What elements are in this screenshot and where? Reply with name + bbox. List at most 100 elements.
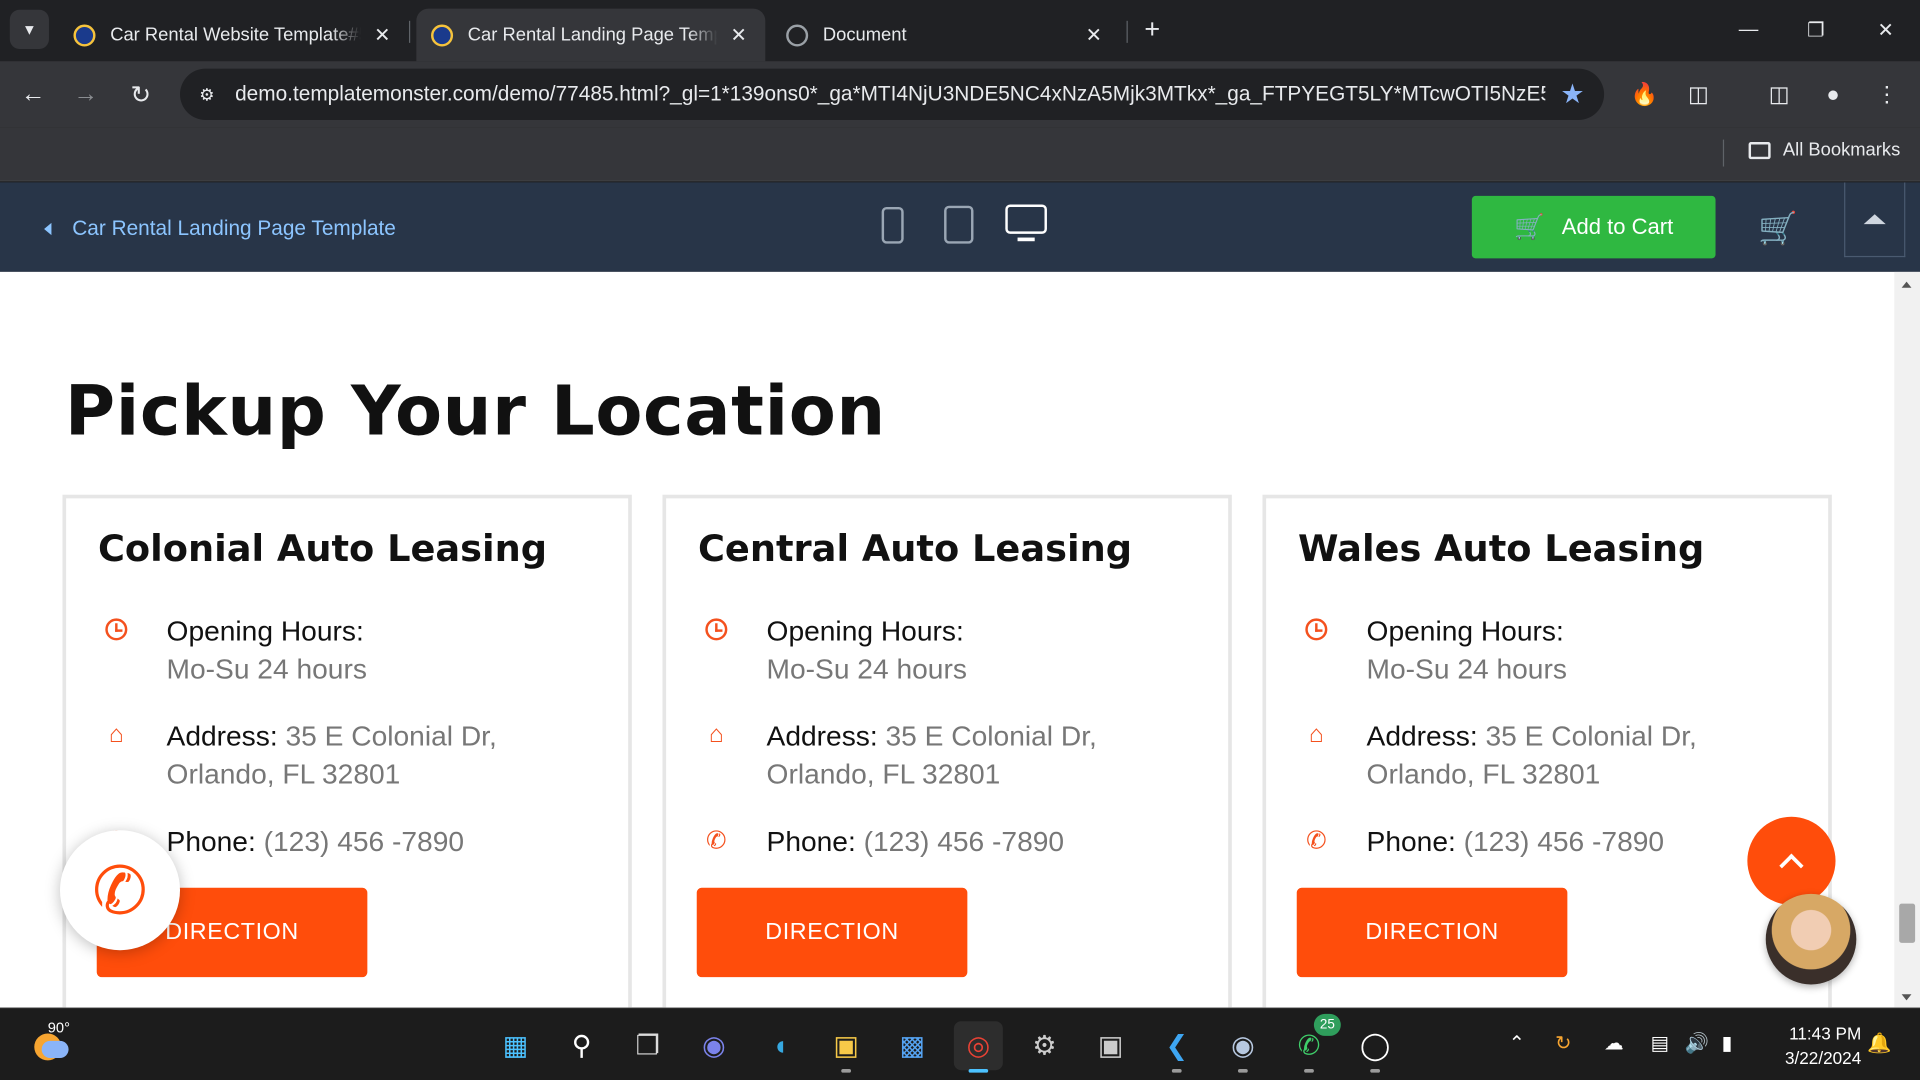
pes-game-app[interactable]: ⚙ [1020,1021,1069,1070]
tab-title: Car Rental Website Template#5 [110,24,361,46]
phone-icon: ✆ [92,854,148,928]
clock-date: 3/22/2024 [1784,1048,1862,1068]
address-label: Address: [166,720,278,752]
clock-icon [698,615,735,644]
fifa-game-app[interactable]: ▣ [1086,1021,1135,1070]
new-tab-button[interactable]: + [1136,13,1168,45]
direction-button[interactable]: DIRECTION [696,887,968,978]
all-bookmarks-button[interactable]: All Bookmarks [1748,140,1900,160]
cart-icon[interactable]: 🛒 [1758,209,1798,247]
side-panel-icon[interactable]: ◫ [1763,78,1795,110]
tab-title: Document [822,24,907,46]
sync-icon[interactable]: ↻ [1555,1031,1571,1055]
onedrive-cloud-icon[interactable]: ☁ [1604,1031,1624,1055]
phone-icon: ✆ [706,827,727,855]
add-to-cart-button[interactable]: 🛒 Add to Cart [1471,195,1716,259]
restore-button[interactable]: ❐ [1798,12,1835,49]
close-icon[interactable]: ✕ [370,23,394,47]
template-name: Car Rental Landing Page Template [72,216,396,241]
microsoft-store-app[interactable]: ▩ [888,1021,937,1070]
chrome-app[interactable]: ◎ [953,1021,1003,1073]
tab-document[interactable]: Document ✕ [771,9,1120,62]
url-text[interactable]: demo.templatemonster.com/demo/77485.html… [235,82,1545,106]
forward-button[interactable]: → [67,76,104,113]
call-now-button[interactable]: ✆ [60,830,181,951]
task-view-button[interactable]: ❐ [623,1021,672,1070]
steam-app[interactable]: ◉ [1218,1021,1267,1073]
vscode-icon: ❮ [1165,1029,1189,1061]
scrollbar-thumb[interactable] [1899,903,1916,943]
caret-left-icon [44,222,52,236]
location-card: Wales Auto Leasing Opening Hours: Mo-Su … [1262,494,1832,1008]
clock-icon [1298,615,1335,644]
battery-icon[interactable]: ▮ [1722,1031,1733,1055]
extensions-puzzle-icon[interactable]: ◫ [1682,78,1714,110]
close-icon[interactable]: ✕ [727,23,751,47]
profile-icon[interactable]: ● [1817,78,1849,110]
minimize-button[interactable]: — [1730,12,1767,49]
arrow-left-icon: ← [20,80,46,108]
tablet-view-icon[interactable] [944,205,974,244]
chat-agent-avatar[interactable] [1765,893,1857,985]
whatsapp-icon: ✆ [1297,1029,1321,1061]
vscode-app[interactable]: ❮ [1152,1021,1201,1073]
hours-value: Mo-Su 24 hours [166,652,367,685]
tab-search-button[interactable]: ▼ [9,9,49,49]
folder-icon: ▣ [833,1029,859,1061]
scroll-down-arrow-icon[interactable] [1901,994,1912,1001]
arrow-right-icon: → [73,80,98,108]
network-icon[interactable]: ▤ [1651,1031,1670,1055]
notification-bell-icon[interactable]: 🔔 [1867,1031,1891,1055]
bookmark-star-icon[interactable]: ★ [1560,78,1584,110]
search-button[interactable]: ⚲ [557,1021,606,1070]
phone-label: Phone: [166,825,256,858]
desktop-view-icon[interactable] [1005,204,1047,242]
menu-dots-icon[interactable]: ⋮ [1871,78,1903,110]
tab-car-rental-landing[interactable]: Car Rental Landing Page Templa ✕ [416,8,766,62]
tab-car-rental-website[interactable]: Car Rental Website Template#5 ✕ [59,9,409,62]
templatemonster-icon [431,23,454,46]
app-launcher[interactable]: ◯ [1351,1021,1400,1073]
restore-icon: ❐ [1807,20,1825,42]
page-title: Pickup Your Location [64,372,886,452]
reload-button[interactable]: ↻ [122,76,159,113]
direction-button[interactable]: DIRECTION [1296,887,1568,978]
edge-app[interactable]: ◖ [756,1021,805,1070]
home-icon: ⌂ [108,720,124,748]
scroll-to-top-button[interactable] [1747,816,1836,905]
cloud-icon [41,1040,69,1058]
scroll-up-arrow-icon[interactable] [1901,281,1912,288]
file-explorer-app[interactable]: ▣ [822,1021,871,1073]
teams-chat-app[interactable]: ◉ [689,1021,738,1070]
hours-label: Opening Hours: [766,614,964,647]
browser-toolbar: ← → ↻ ⚙ demo.templatemonster.com/demo/77… [0,61,1920,128]
volume-icon[interactable]: 🔊 [1685,1031,1709,1055]
hours-label: Opening Hours: [1366,614,1564,647]
caret-up-icon [1863,214,1886,225]
start-button[interactable]: ▦ [491,1021,540,1070]
show-hidden-icons-chevron-icon[interactable]: ⌃ [1509,1031,1525,1055]
collapse-header-button[interactable] [1844,182,1906,258]
address-bar[interactable]: ⚙ demo.templatemonster.com/demo/77485.ht… [180,68,1605,121]
weather-widget[interactable]: 90° [29,1019,78,1070]
system-clock[interactable]: 11:43 PM 3/22/2024 [1763,1021,1861,1070]
back-button[interactable]: ← [15,76,52,113]
plus-icon: + [1144,13,1161,45]
address-line2: Orlando, FL 32801 [1366,757,1601,790]
address-line2: Orlando, FL 32801 [766,757,1001,790]
close-window-button[interactable]: ✕ [1867,12,1904,49]
phone-value: (123) 456 -7890 [263,825,465,858]
address-line2: Orlando, FL 32801 [166,757,401,790]
page-scrollbar[interactable] [1894,271,1920,1008]
close-icon[interactable]: ✕ [1082,23,1106,47]
back-to-template-link[interactable]: Car Rental Landing Page Template [44,217,396,241]
site-info-icon[interactable]: ⚙ [195,82,219,106]
mobile-view-icon[interactable] [881,206,904,244]
bookmarks-bar: All Bookmarks [0,127,1920,182]
extension-flame-icon[interactable]: 🔥 [1629,78,1661,110]
store-icon: ▩ [899,1029,925,1061]
edge-icon: ◖ [771,1029,789,1061]
whatsapp-app[interactable]: ✆ 25 [1285,1013,1341,1073]
add-to-cart-label: Add to Cart [1561,214,1674,239]
templatemonster-icon [73,23,96,46]
